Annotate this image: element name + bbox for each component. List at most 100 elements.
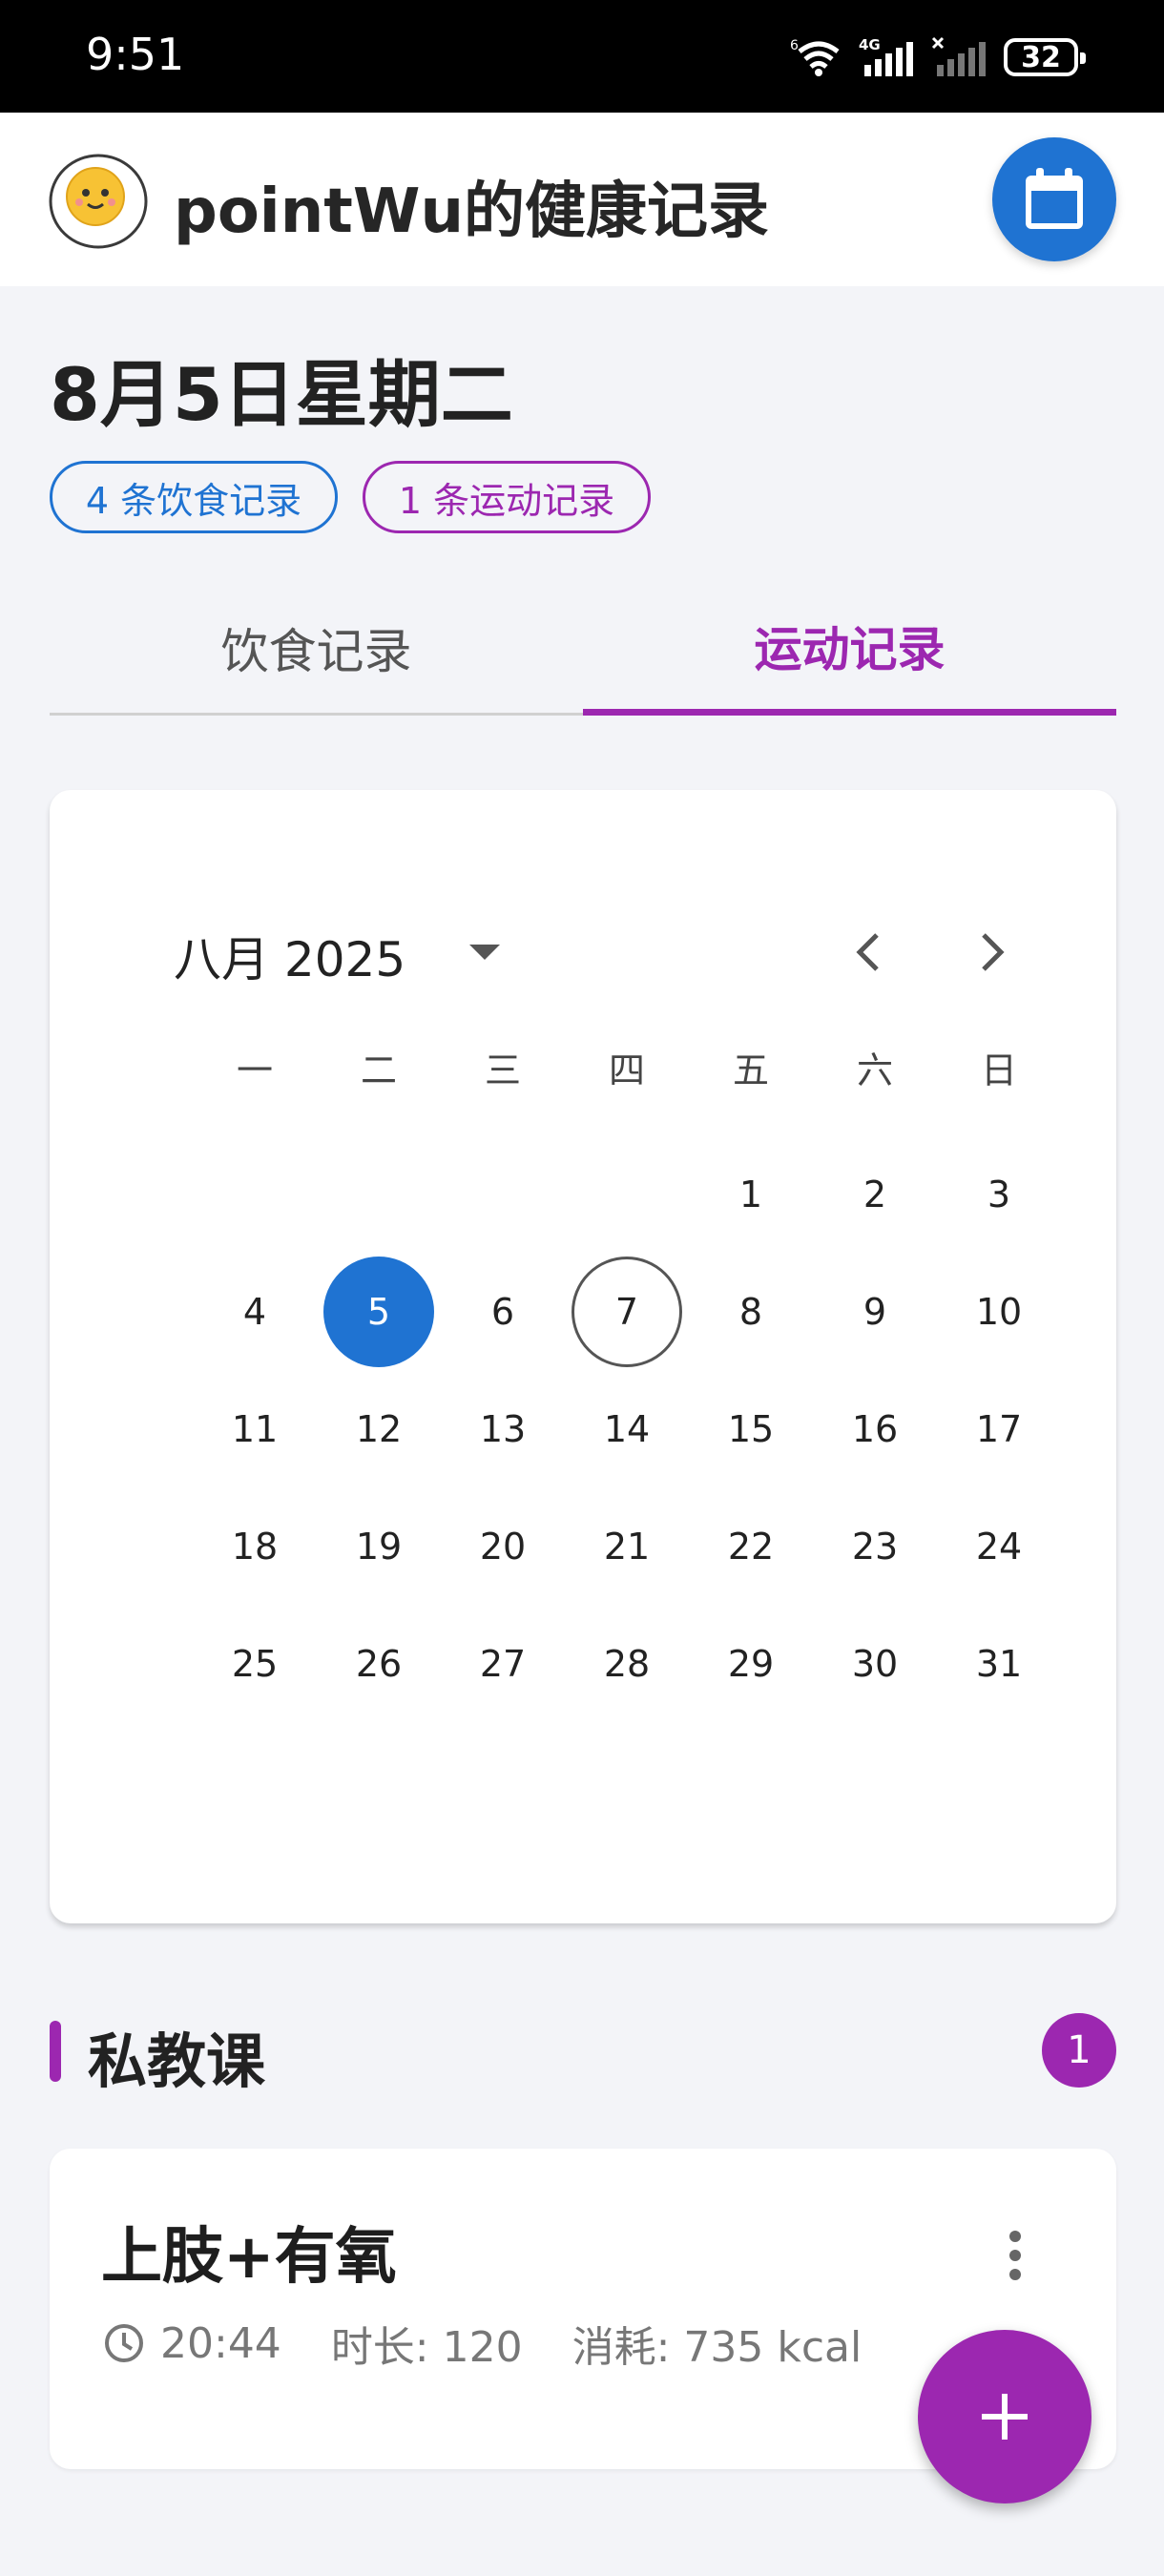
day-cell[interactable]: 22	[689, 1487, 813, 1605]
day-cell[interactable]: 13	[441, 1370, 565, 1487]
signal-4g-icon: 4G	[859, 36, 913, 76]
day-number: 23	[851, 1525, 899, 1568]
day-number: 7	[572, 1256, 682, 1367]
chevron-right-icon	[982, 933, 1005, 971]
day-number: 15	[727, 1407, 775, 1450]
day-cell[interactable]: 19	[317, 1487, 441, 1605]
record-title: 上肢+有氧	[101, 2222, 397, 2293]
record-meta: 20:44 时长: 120 消耗: 735 kcal	[103, 2313, 862, 2374]
day-cell[interactable]: 20	[441, 1487, 565, 1605]
weekday-label: 五	[732, 1049, 769, 1091]
day-cell[interactable]: 8	[689, 1253, 813, 1370]
day-cell[interactable]: 31	[937, 1605, 1061, 1722]
weekday-label: 六	[856, 1049, 893, 1091]
day-cell[interactable]: 25	[193, 1605, 317, 1722]
day-number: 16	[851, 1407, 899, 1450]
day-cell[interactable]: 3	[937, 1135, 1061, 1253]
day-cell[interactable]: 6	[441, 1253, 565, 1370]
day-cell[interactable]: 26	[317, 1605, 441, 1722]
weekday-row: 一二三四五六日	[193, 1038, 1061, 1095]
exercise-count-chip[interactable]: 1 条运动记录	[363, 461, 651, 533]
day-cell[interactable]: 15	[689, 1370, 813, 1487]
weekday-label: 二	[360, 1049, 397, 1091]
egg-face-logo	[49, 154, 148, 249]
weekday-label: 三	[484, 1049, 521, 1091]
day-cell[interactable]: 16	[813, 1370, 937, 1487]
plus-icon	[982, 2394, 1028, 2440]
day-cell[interactable]: 30	[813, 1605, 937, 1722]
day-cell[interactable]: 27	[441, 1605, 565, 1722]
tab-exercise-records[interactable]: 运动记录	[583, 582, 1116, 716]
day-cell[interactable]: 9	[813, 1253, 937, 1370]
weekday-label: 日	[980, 1049, 1017, 1091]
day-cell[interactable]: 17	[937, 1370, 1061, 1487]
record-duration: 时长: 120	[330, 2323, 523, 2372]
day-number: 29	[727, 1642, 775, 1685]
day-cell[interactable]: 24	[937, 1487, 1061, 1605]
day-number: 11	[231, 1407, 279, 1450]
day-cell[interactable]: 10	[937, 1253, 1061, 1370]
day-number: 22	[727, 1525, 775, 1568]
weekday-label: 四	[608, 1049, 645, 1091]
add-record-button[interactable]	[918, 2330, 1091, 2503]
day-number: 8	[738, 1290, 763, 1333]
day-grid: 1 2 3 4 5 6 7 8 9 10 11 12 13 14 15 16 17 18 19 20 21 22 23 24 2…	[193, 1135, 1061, 1722]
battery-icon: 32	[1004, 38, 1086, 76]
month-dropdown-button[interactable]	[458, 931, 511, 973]
day-cell[interactable]: 11	[193, 1370, 317, 1487]
status-bar: 9:51 6 4G 32	[0, 0, 1164, 113]
day-number: 25	[231, 1642, 279, 1685]
signal-empty-icon	[931, 36, 986, 76]
chevron-left-icon	[856, 933, 879, 971]
calendar-header: 八月 2025	[174, 903, 1051, 998]
calendar-button[interactable]	[992, 137, 1116, 261]
day-number: 2	[863, 1173, 887, 1215]
day-number: 28	[603, 1642, 651, 1685]
section-title: 私教课	[88, 2026, 266, 2096]
record-calories: 消耗: 735 kcal	[572, 2323, 863, 2372]
calendar-icon	[1026, 168, 1083, 229]
day-cell[interactable]: 14	[565, 1370, 689, 1487]
status-time: 9:51	[86, 29, 185, 80]
food-count-chip[interactable]: 4 条饮食记录	[50, 461, 338, 533]
section-header: 私教课 1	[50, 2013, 1116, 2096]
day-cell-today[interactable]: 7	[565, 1253, 689, 1370]
day-number: 6	[490, 1290, 515, 1333]
more-options-button[interactable]	[996, 2217, 1034, 2294]
day-cell[interactable]: 28	[565, 1605, 689, 1722]
day-number: 26	[355, 1642, 403, 1685]
day-number: 27	[479, 1642, 527, 1685]
day-number: 19	[355, 1525, 403, 1568]
day-number: 10	[975, 1290, 1023, 1333]
record-time: 20:44	[160, 2318, 281, 2368]
day-cell[interactable]: 1	[689, 1135, 813, 1253]
day-cell[interactable]: 21	[565, 1487, 689, 1605]
day-number: 5	[323, 1256, 434, 1367]
day-number: 31	[975, 1642, 1023, 1685]
section-accent-bar	[50, 2021, 61, 2082]
app-title: pointWu的健康记录	[174, 177, 770, 247]
day-cell[interactable]: 29	[689, 1605, 813, 1722]
day-cell[interactable]: 23	[813, 1487, 937, 1605]
page-title: 8月5日星期二	[50, 352, 513, 437]
day-number: 3	[987, 1173, 1011, 1215]
previous-month-button[interactable]	[838, 922, 899, 983]
weekday-label: 一	[236, 1049, 273, 1091]
clock-icon	[105, 2324, 143, 2362]
section-count-badge: 1	[1042, 2013, 1116, 2088]
month-label[interactable]: 八月 2025	[174, 922, 405, 990]
next-month-button[interactable]	[962, 922, 1023, 983]
tab-food-records[interactable]: 饮食记录	[50, 582, 583, 716]
day-number: 30	[851, 1642, 899, 1685]
day-number: 14	[603, 1407, 651, 1450]
day-cell-selected[interactable]: 5	[317, 1253, 441, 1370]
calendar-card: 八月 2025 一二三四五六日 1 2 3 4 5 6 7 8 9 10 11 12 13 14 15 16 1…	[50, 790, 1116, 1923]
record-tabs: 饮食记录 运动记录	[50, 582, 1116, 716]
day-cell[interactable]: 4	[193, 1253, 317, 1370]
day-number: 17	[975, 1407, 1023, 1450]
day-number: 24	[975, 1525, 1023, 1568]
day-cell[interactable]: 18	[193, 1487, 317, 1605]
day-cell[interactable]: 12	[317, 1370, 441, 1487]
day-cell[interactable]: 2	[813, 1135, 937, 1253]
day-number: 13	[479, 1407, 527, 1450]
